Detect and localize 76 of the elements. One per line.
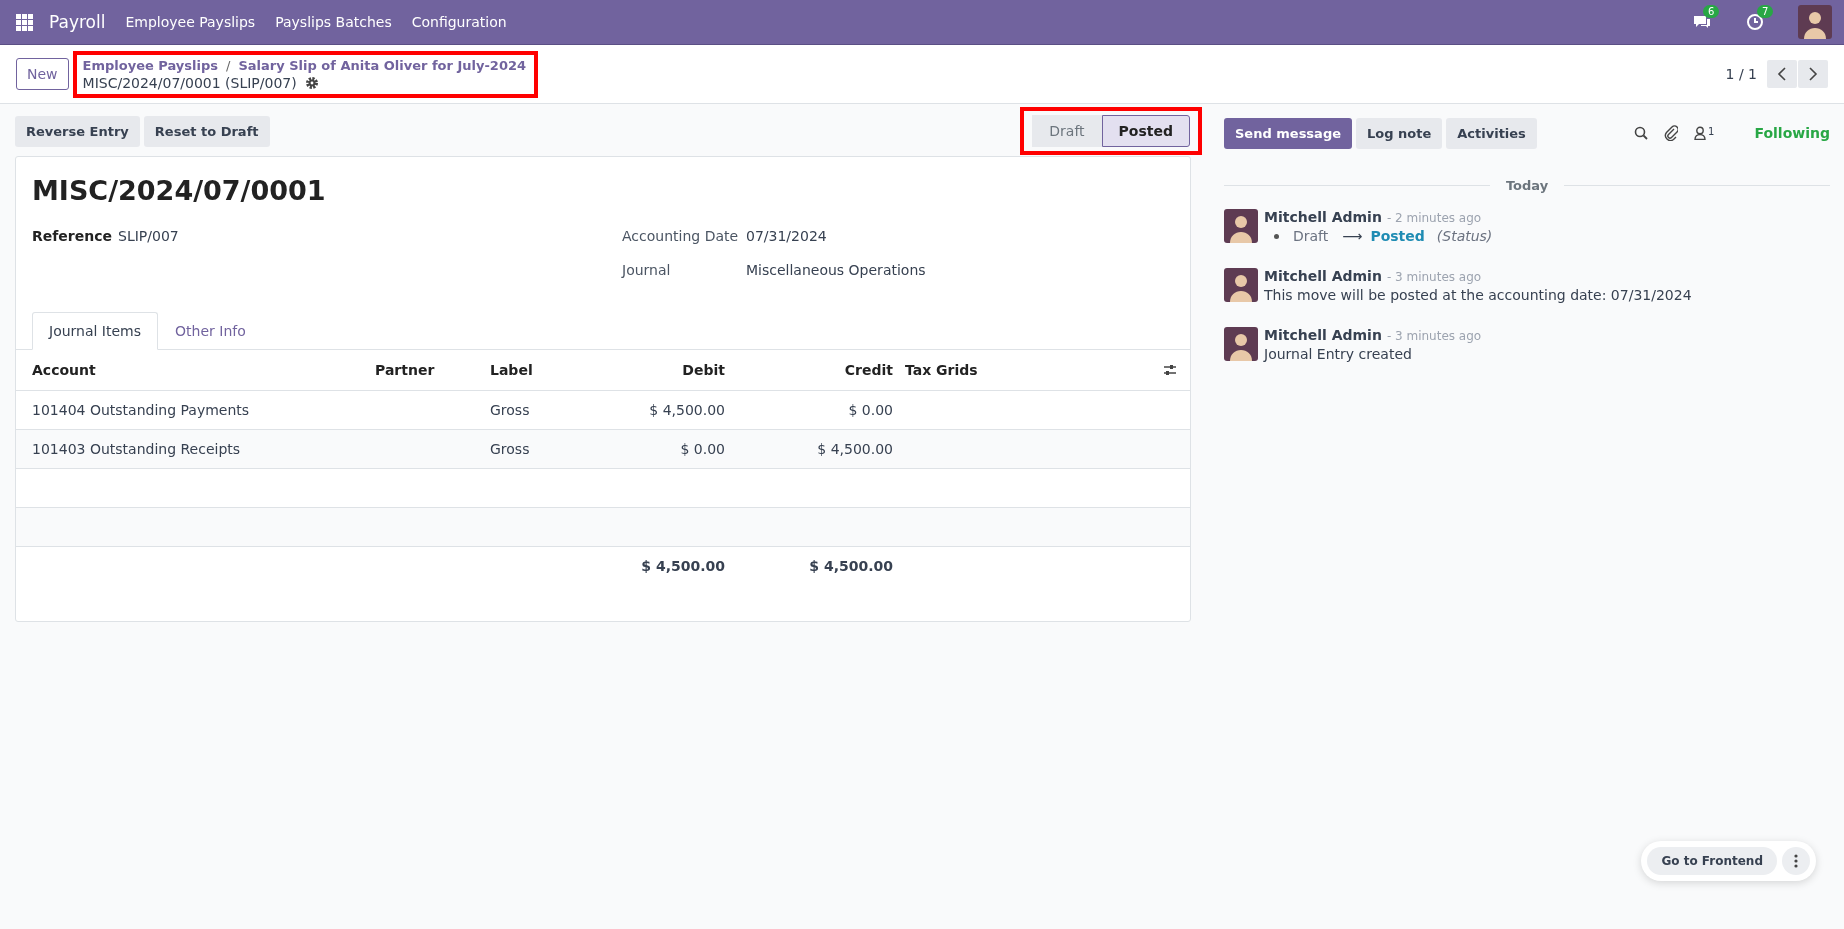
message-time: - 3 minutes ago — [1386, 270, 1482, 284]
old-value: Draft — [1293, 228, 1329, 244]
follower-count: 1 — [1708, 126, 1715, 137]
message-text: This move will be posted at the accounting date: 07/31/2024 — [1264, 287, 1692, 303]
breadcrumb-link[interactable]: Employee Payslips — [82, 57, 219, 73]
status-stage[interactable]: Draft — [1032, 115, 1102, 147]
clock-icon[interactable] — [1746, 13, 1764, 31]
chevron-right-icon — [1808, 67, 1818, 81]
date-separator: Today — [1505, 178, 1549, 193]
bullet-icon — [1274, 233, 1279, 239]
count-badge: 7 — [1757, 5, 1774, 18]
total-value: $ 4,500.00 — [808, 558, 893, 574]
table-cell-text: Gross — [490, 441, 531, 457]
table-cell-text: 101403 Outstanding Receipts — [32, 441, 242, 457]
author-avatar — [1224, 327, 1258, 362]
table-cell-text: $ 0.00 — [847, 402, 893, 418]
author-avatar — [1224, 268, 1258, 303]
gear-icon[interactable] — [304, 75, 319, 90]
status-stage[interactable]: Posted — [1101, 115, 1190, 147]
field-value: Miscellaneous Operations — [746, 262, 926, 278]
breadcrumb-separator: / — [226, 57, 231, 73]
count-badge: 6 — [1703, 5, 1720, 18]
tab[interactable]: Journal Items — [32, 312, 159, 350]
pager-value: 1 / 1 — [1725, 66, 1757, 82]
field-value: SLIP/007 — [118, 228, 179, 244]
column-header[interactable]: Debit — [610, 362, 725, 378]
action-button[interactable]: Reverse Entry — [15, 115, 140, 147]
new-button[interactable]: New — [16, 58, 69, 90]
message-time: - 2 minutes ago — [1386, 211, 1482, 225]
author-name: Mitchell Admin — [1264, 209, 1382, 225]
apps-menu-icon[interactable] — [16, 13, 33, 31]
kebab-icon — [1794, 854, 1798, 868]
person-icon[interactable] — [1694, 126, 1707, 140]
tab[interactable]: Other Info — [158, 312, 263, 350]
chatter-button[interactable]: Send message — [1224, 117, 1352, 149]
column-header[interactable]: Tax Grids — [893, 362, 1150, 378]
table-cell-text: $ 0.00 — [679, 441, 725, 457]
field-value: 07/31/2024 — [746, 228, 827, 244]
user-avatar[interactable] — [1798, 5, 1832, 39]
table-cell-text: $ 4,500.00 — [816, 441, 893, 457]
field-label: Reference — [32, 228, 114, 244]
app-name[interactable]: Payroll — [49, 12, 106, 32]
column-header[interactable]: Account — [32, 362, 375, 378]
new-value: Posted — [1370, 228, 1425, 244]
field-label: Accounting Date — [622, 228, 740, 244]
action-button[interactable]: Reset to Draft — [143, 115, 270, 147]
menu-item[interactable]: Configuration — [411, 14, 507, 30]
chatter-button[interactable]: Activities — [1446, 117, 1537, 149]
previous-button[interactable] — [1767, 60, 1797, 88]
author-avatar — [1224, 209, 1258, 244]
total-value: $ 4,500.00 — [640, 558, 725, 574]
column-header[interactable]: Label — [490, 362, 610, 378]
author-name: Mitchell Admin — [1264, 327, 1382, 343]
field-name: (Status) — [1436, 228, 1493, 244]
sliders-icon[interactable] — [1163, 364, 1177, 376]
breadcrumb-link[interactable]: Salary Slip of Anita Oliver for July-2024 — [238, 57, 526, 73]
column-header[interactable]: Credit — [725, 362, 893, 378]
message-text: Journal Entry created — [1264, 346, 1413, 362]
record-name: MISC/2024/07/0001 (SLIP/007) — [82, 74, 297, 91]
arrow-icon: ⟶ — [1342, 228, 1363, 244]
table-cell-text: Gross — [490, 402, 531, 418]
search-icon[interactable] — [1634, 126, 1649, 140]
author-name: Mitchell Admin — [1264, 268, 1382, 284]
next-button[interactable] — [1798, 60, 1828, 88]
field-label: Journal — [622, 262, 672, 278]
menu-item[interactable]: Employee Payslips — [125, 14, 256, 30]
menu-item[interactable]: Payslips Batches — [275, 14, 392, 30]
frontend-button[interactable]: Go to Frontend — [1647, 847, 1777, 875]
chatter-button[interactable]: Log note — [1356, 117, 1443, 149]
record-title: MISC/2024/07/0001 — [32, 175, 327, 206]
table-cell-text: 101404 Outstanding Payments — [32, 402, 251, 418]
table-cell-text: $ 4,500.00 — [648, 402, 725, 418]
column-header[interactable]: Partner — [375, 362, 490, 378]
chevron-left-icon — [1777, 67, 1787, 81]
paperclip-icon[interactable] — [1664, 125, 1679, 141]
message-time: - 3 minutes ago — [1386, 329, 1482, 343]
